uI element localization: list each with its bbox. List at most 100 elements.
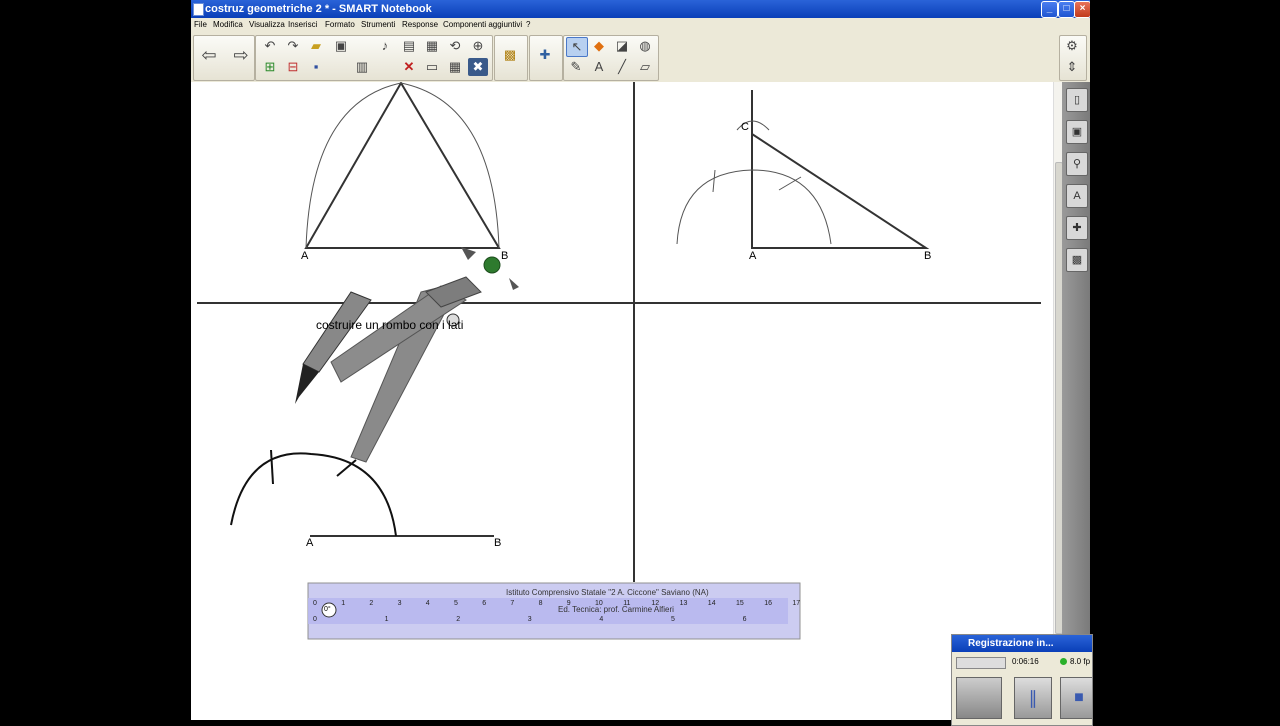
recorder-window: Registrazione in... 0:06:16 8.0 fp ∥ ■ [951, 634, 1093, 726]
menu-visualizza[interactable]: Visualizza [249, 20, 285, 29]
label-c-top-right: C [741, 121, 749, 133]
toolbar-move-icon[interactable]: ⇕ [1062, 58, 1082, 76]
pause-icon[interactable]: ∥ [1014, 677, 1052, 719]
ruler-cm-tick-label: 13 [679, 600, 688, 607]
addons-tab-icon[interactable]: ✚ [1066, 216, 1088, 240]
shapes-icon[interactable]: ◆ [589, 37, 609, 55]
compass-tool[interactable] [295, 247, 519, 463]
ruler-cm-tick-label: 14 [707, 600, 716, 607]
equilateral-triangle-construction [304, 82, 501, 249]
ruler-band [308, 598, 788, 624]
rhombus-construction [230, 449, 494, 537]
pens-icon[interactable]: ✎ [566, 58, 586, 76]
ruler-angle: 0° [324, 606, 331, 613]
menu-inserisci[interactable]: Inserisci [288, 20, 317, 29]
ruler-inch-tick-label: 2 [456, 616, 461, 623]
text-icon[interactable]: A [589, 58, 609, 76]
save-icon[interactable]: ▪ [306, 58, 326, 76]
label-b-top-right: B [924, 250, 932, 262]
recorder-pen-button[interactable] [956, 677, 1002, 719]
recorder-fps: 8.0 fp [1070, 657, 1091, 666]
close-icon[interactable]: ✖ [468, 58, 488, 76]
menu-bar: File Modifica Visualizza Inserisci Forma… [191, 18, 1090, 32]
ruler-cm-tick-label: 11 [623, 600, 631, 607]
ruler-cm-tick-label: 12 [651, 600, 660, 607]
label-b-bottom-left: B [494, 537, 502, 549]
arc-mark-left [270, 449, 274, 485]
label-b-top-left: B [501, 250, 509, 262]
ruler-cm-tick-label: 16 [764, 600, 772, 607]
delete-page-icon[interactable]: ⊟ [283, 58, 303, 76]
ruler-inch-tick-label: 3 [527, 616, 532, 623]
menu-help[interactable]: ? [526, 20, 530, 29]
smart-notebook-window: costruz geometriche 2 * - SMART Notebook… [191, 0, 1090, 720]
vertical-scrollbar[interactable] [1053, 82, 1063, 642]
rotate-icon[interactable]: ⟲ [445, 37, 465, 55]
lesson-activity-tab-icon[interactable]: ▩ [1066, 248, 1088, 272]
settings-icon[interactable]: ⚙ [1062, 37, 1082, 55]
attachments-tab-icon[interactable]: ⚲ [1066, 152, 1088, 176]
select-icon[interactable]: ↖ [566, 37, 588, 57]
recorder-title: Registrazione in... [952, 635, 1092, 652]
menu-file[interactable]: File [194, 20, 207, 29]
ruler-header: Istituto Comprensivo Statale "2 A. Cicco… [506, 588, 709, 597]
gallery-tab-icon[interactable]: ▣ [1066, 120, 1088, 144]
menu-formato[interactable]: Formato [325, 20, 355, 29]
recorder-status-icon [1060, 658, 1067, 665]
recorder-volume-meter [956, 657, 1006, 669]
menu-modifica[interactable]: Modifica [213, 20, 243, 29]
canvas-text-note[interactable]: costruire un rombo con i lati [316, 318, 463, 332]
close-button[interactable]: × [1074, 1, 1090, 18]
insert-table-icon[interactable]: ▦ [445, 58, 465, 76]
line-icon[interactable]: ╱ [612, 58, 632, 76]
new-page-icon[interactable]: ⊞ [260, 58, 280, 76]
construction-arc [676, 169, 832, 245]
forward-arrow-icon[interactable]: ⇨ [231, 46, 251, 64]
whiteboard-canvas[interactable]: A B A B C A B costruire un rombo con i l… [191, 82, 1053, 720]
display-icon[interactable]: ▭ [422, 58, 442, 76]
table-icon[interactable]: ▥ [352, 58, 372, 76]
compass-rotate-handle[interactable] [483, 256, 501, 274]
stop-icon[interactable]: ■ [1060, 677, 1092, 719]
eraser-icon[interactable]: ◪ [612, 37, 632, 55]
label-a-top-left: A [301, 250, 309, 262]
ruler-cm-tick-label: 3 [397, 600, 402, 607]
undo-icon[interactable]: ↶ [260, 37, 280, 55]
ruler-cm-tick-label: 4 [425, 600, 430, 607]
redo-icon[interactable]: ↷ [283, 37, 303, 55]
minimize-button[interactable]: _ [1041, 1, 1058, 18]
app-icon [193, 3, 204, 16]
right-triangle-construction [676, 90, 930, 249]
ruler-inch-tick-label: 5 [671, 616, 675, 623]
ruler-cm-tick-label: 5 [454, 600, 458, 607]
addons-icon[interactable]: ✚ [535, 46, 555, 64]
toolbar: ⇦ ⇨ ↶ ↷ ▰ ▣ ♪ ▤ ▦ ⟲ ⊕ ⊞ ⊟ ▪ ▥ ✕ ▭ ▦ ✖ ▩ … [191, 32, 1090, 83]
ruler-inch-tick-label: 1 [384, 616, 389, 623]
zoom-icon[interactable]: ⊕ [468, 37, 488, 55]
ruler-inch-tick-label: 6 [742, 616, 747, 623]
properties-tab-icon[interactable]: A [1066, 184, 1088, 208]
ruler-cm-tick-label: 17 [792, 600, 801, 607]
ruler-inch-tick-label: 4 [599, 616, 604, 623]
screen-shade-icon[interactable]: ▣ [331, 37, 351, 55]
shape-recognition-icon[interactable]: ▱ [635, 58, 655, 76]
menu-response[interactable]: Response [402, 20, 438, 29]
maximize-button[interactable]: □ [1058, 1, 1075, 18]
back-arrow-icon[interactable]: ⇦ [199, 46, 219, 64]
screen-capture-icon[interactable]: ▦ [422, 37, 442, 55]
audio-icon[interactable]: ♪ [375, 37, 395, 55]
menu-strumenti[interactable]: Strumenti [361, 20, 395, 29]
ruler-cm-tick-label: 8 [538, 600, 543, 607]
delete-icon[interactable]: ✕ [399, 58, 419, 76]
ruler-cm-tick-label: 7 [510, 600, 515, 607]
page-sorter-tab-icon[interactable]: ▯ [1066, 88, 1088, 112]
title-bar: costruz geometriche 2 * - SMART Notebook… [191, 0, 1090, 18]
gallery-icon[interactable]: ▩ [500, 46, 520, 64]
equilateral-triangle [304, 82, 501, 249]
fill-icon[interactable]: ◍ [635, 37, 655, 55]
side-tabs: ▯ ▣ ⚲ A ✚ ▩ [1062, 82, 1090, 720]
open-folder-icon[interactable]: ▰ [306, 37, 326, 55]
compass-arc [230, 452, 397, 537]
paste-icon[interactable]: ▤ [399, 37, 419, 55]
menu-componenti-aggiuntivi[interactable]: Componenti aggiuntivi [443, 20, 522, 29]
